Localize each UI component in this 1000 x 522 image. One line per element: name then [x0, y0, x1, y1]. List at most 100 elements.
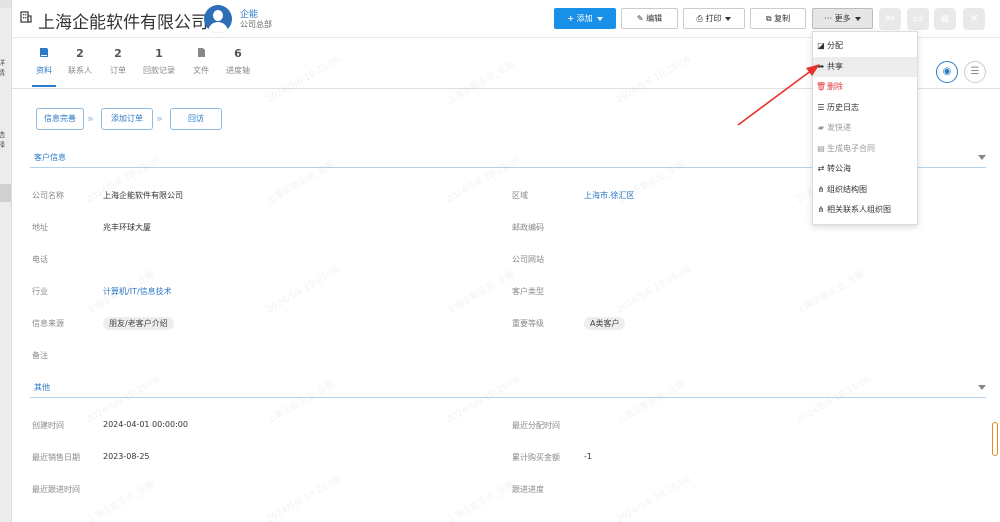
- field-label: 最近销售日期: [32, 453, 80, 462]
- caret-down-icon: [978, 155, 986, 160]
- avatar[interactable]: [204, 5, 232, 33]
- industry-link[interactable]: 计算机/IT/信息技术: [103, 286, 172, 297]
- field-label: 区域: [512, 191, 528, 200]
- note-icon[interactable]: ≡: [934, 8, 956, 30]
- caret-down-icon: [978, 385, 986, 390]
- trash-icon: 🗑: [816, 82, 827, 91]
- last-sale-value: 2023-08-25: [103, 452, 150, 461]
- section-other[interactable]: 其他: [30, 378, 986, 398]
- field-label: 累计购买金额: [512, 453, 560, 462]
- tab-files[interactable]: 文件: [181, 47, 221, 76]
- field-label: 备注: [32, 351, 48, 360]
- more-button-label: 更多: [834, 14, 851, 23]
- region-link[interactable]: 上海市.徐汇区: [584, 190, 635, 201]
- field-label: 邮政编码: [512, 223, 544, 232]
- tab-contacts[interactable]: 2 联系人: [60, 47, 100, 76]
- edit-button-label: 编辑: [646, 14, 663, 23]
- menu-item-contract[interactable]: ▤ 生成电子合同: [813, 139, 917, 160]
- menu-item-label: 相关联系人组织图: [827, 205, 891, 214]
- field-label: 重要等级: [512, 319, 544, 328]
- section-title: 客户信息: [34, 153, 66, 162]
- menu-item-share[interactable]: ➦ 共享: [813, 56, 917, 77]
- file-icon: ▤: [817, 143, 825, 153]
- field-label: 公司名称: [32, 191, 64, 200]
- tab-label: 联系人: [68, 66, 92, 75]
- tab-label: 订单: [110, 66, 126, 75]
- field-label: 创建时间: [32, 421, 64, 430]
- menu-item-to-pool[interactable]: ⇄ 转公海: [813, 159, 917, 180]
- menu-item-label: 生成电子合同: [827, 143, 875, 153]
- step-info-complete[interactable]: 信息完善: [36, 108, 84, 130]
- more-button[interactable]: ··· 更多: [812, 8, 873, 29]
- section-title: 其他: [34, 383, 50, 392]
- more-dropdown-menu: ◪ 分配 ➦ 共享 🗑 删除 ☰ 历史日志 ▰ 发快递 ▤ 生成电子合同 ⇄ 转…: [812, 31, 918, 225]
- chevron-down-icon: [854, 16, 861, 21]
- chevron-down-icon: [725, 16, 732, 21]
- menu-item-history[interactable]: ☰ 历史日志: [813, 98, 917, 119]
- watermark: 2024/5/6 10:25:06: [265, 264, 343, 316]
- tab-count: 6: [234, 47, 242, 60]
- tab-orders[interactable]: 2 订单: [98, 47, 138, 76]
- tab-label: 文件: [193, 66, 209, 75]
- sitemap-icon: ⋔: [817, 184, 825, 194]
- sliders-icon[interactable]: ☰: [964, 61, 986, 83]
- tab-label: 资料: [36, 66, 52, 75]
- tab-payments[interactable]: 1 回款记录: [139, 47, 179, 76]
- field-label: 最近跟进时间: [32, 485, 80, 494]
- file-icon: [181, 47, 221, 61]
- tab-label: 回款记录: [143, 66, 175, 75]
- menu-item-org-chart[interactable]: ⋔ 组织结构图: [813, 180, 917, 201]
- watermark: 2024/5/6 10:25:06: [615, 264, 693, 316]
- truck-icon: ▰: [817, 123, 825, 132]
- ellipsis-icon: ···: [824, 14, 833, 23]
- eye-icon[interactable]: ◉: [936, 61, 958, 83]
- menu-item-label: 历史日志: [827, 102, 859, 112]
- strip-fragment-2: 选择: [0, 130, 11, 150]
- tab-count: 1: [155, 47, 163, 60]
- watermark: 上海企能企业_企能: [445, 269, 517, 317]
- total-value: -1: [584, 452, 592, 461]
- menu-item-express[interactable]: ▰ 发快递: [813, 118, 917, 139]
- copy-button[interactable]: ⧉ 复制: [750, 8, 806, 29]
- edit-icon: ✎: [636, 14, 644, 23]
- tab-label: 进度轴: [226, 66, 250, 75]
- field-label: 公司网站: [512, 255, 544, 264]
- created-value: 2024-04-01 00:00:00: [103, 420, 188, 429]
- field-label: 电话: [32, 255, 48, 264]
- list-icon: ☰: [817, 102, 825, 112]
- sitemap-icon: ⋔: [817, 205, 825, 214]
- printer-icon: ⎙: [696, 14, 703, 23]
- field-label: 最近分配时间: [512, 421, 560, 430]
- menu-item-delete[interactable]: 🗑 删除: [813, 77, 917, 98]
- window-icon[interactable]: ▭: [907, 8, 929, 30]
- print-button[interactable]: ⎙ 打印: [683, 8, 745, 29]
- tab-count: 2: [114, 47, 122, 60]
- strip-fragment-1: 详情: [0, 58, 11, 78]
- watermark: 上海企能企业_企能: [795, 269, 867, 317]
- field-label: 跟进进度: [512, 485, 544, 494]
- close-icon[interactable]: ✕: [963, 8, 985, 30]
- menu-item-assign[interactable]: ◪ 分配: [813, 36, 917, 57]
- source-tag: 朋友/老客户介绍: [103, 317, 174, 330]
- menu-item-contact-org-chart[interactable]: ⋔ 相关联系人组织图: [813, 200, 917, 221]
- menu-item-label: 发快递: [827, 123, 851, 132]
- active-tab-indicator: [32, 85, 56, 87]
- tab-profile[interactable]: 资料: [24, 47, 64, 76]
- tab-timeline[interactable]: 6 进度轴: [218, 47, 258, 76]
- tab-count: 2: [76, 47, 84, 60]
- assign-icon: ◪: [817, 41, 825, 50]
- copy-icon: ⧉: [765, 14, 772, 23]
- field-label: 地址: [32, 223, 48, 232]
- watermark: 2024/5/6 10:25:06: [265, 474, 343, 522]
- share-nodes-icon[interactable]: ⚯: [879, 8, 901, 30]
- book-icon: [24, 47, 64, 61]
- step-add-order[interactable]: 添加订单: [101, 108, 153, 130]
- edit-button[interactable]: ✎ 编辑: [621, 8, 678, 29]
- add-button[interactable]: + 添加: [554, 8, 616, 29]
- scrollbar-thumb[interactable]: [992, 422, 998, 456]
- step-revisit[interactable]: 回访: [170, 108, 222, 130]
- menu-item-label: 删除: [827, 82, 843, 91]
- owner-dept: 公司总部: [240, 20, 272, 29]
- field-label: 信息来源: [32, 319, 64, 328]
- company-name-value: 上海企能软件有限公司: [103, 191, 183, 200]
